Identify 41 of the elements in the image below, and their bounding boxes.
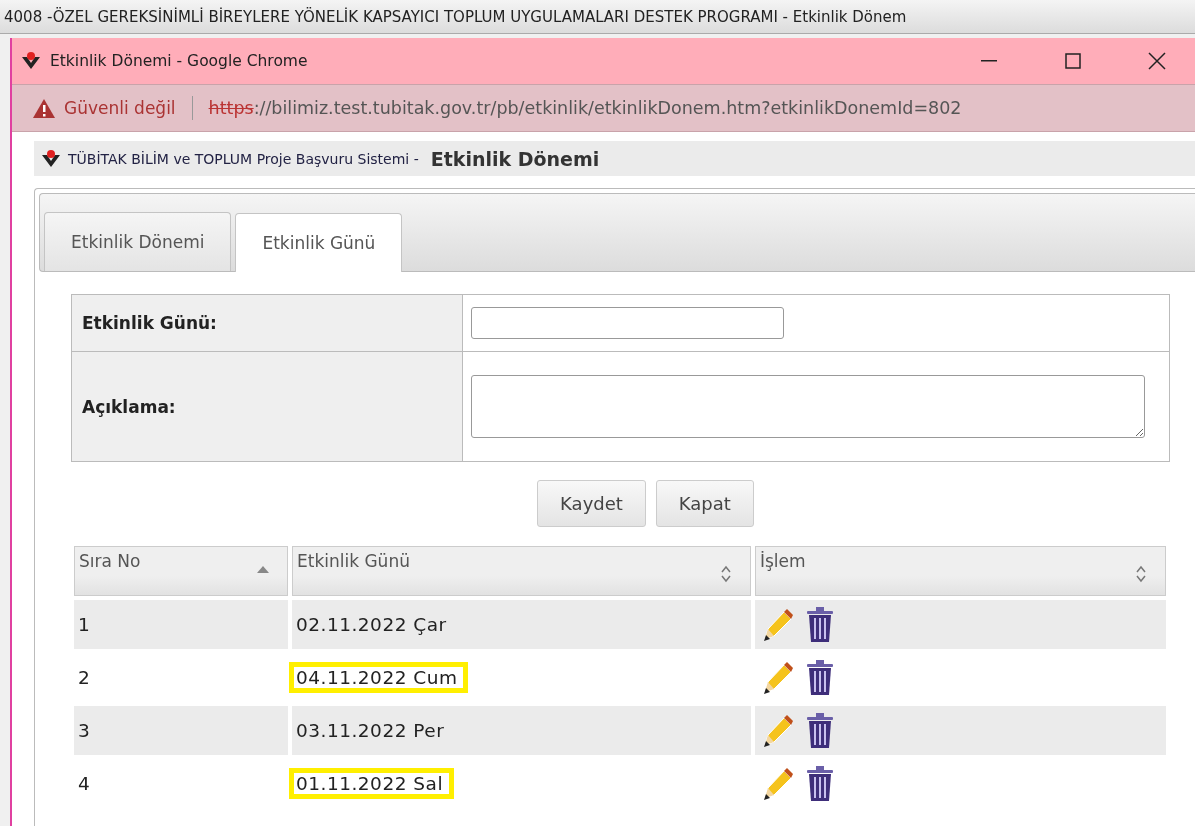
column-header[interactable]: Sıra No — [74, 546, 288, 596]
maximize-icon — [1065, 53, 1081, 69]
action-button[interactable]: Kapat — [655, 480, 754, 527]
trash-icon[interactable] — [805, 658, 835, 697]
trash-icon[interactable] — [805, 764, 835, 803]
logo-icon — [40, 148, 62, 169]
close-icon — [1148, 52, 1166, 70]
column-label: Etkinlik Günü — [297, 551, 410, 573]
input-field[interactable] — [471, 307, 784, 339]
highlighted-date: 01.11.2022 Sal — [289, 768, 455, 799]
trash-icon[interactable] — [805, 711, 835, 750]
row-number: 1 — [77, 613, 92, 637]
text-area[interactable] — [471, 375, 1145, 438]
field-label: Açıklama: — [71, 351, 463, 462]
tab[interactable]: Etkinlik Günü — [235, 213, 403, 272]
sort-icon[interactable] — [720, 565, 732, 583]
minimize-icon — [981, 60, 997, 62]
action-button[interactable]: Kaydet — [537, 480, 646, 527]
window-title: Etkinlik Dönemi - Google Chrome — [50, 52, 309, 70]
system-name: TÜBİTAK BİLİM ve TOPLUM Proje Başvuru Sistemi - — [68, 150, 419, 167]
highlighted-date: 04.11.2022 Cum — [289, 662, 469, 693]
row-number: 4 — [77, 772, 92, 796]
warning-icon — [32, 97, 56, 119]
row-number: 3 — [77, 719, 92, 743]
sort-ascending-icon[interactable] — [257, 565, 269, 573]
field-label: Etkinlik Günü: — [71, 294, 463, 352]
column-header[interactable]: Etkinlik Günü — [292, 546, 751, 596]
column-header[interactable]: İşlem — [755, 546, 1166, 596]
sort-icon[interactable] — [1135, 565, 1147, 583]
date-text: 03.11.2022 Per — [295, 719, 446, 743]
trash-icon[interactable] — [805, 605, 835, 644]
logo-icon — [20, 51, 42, 71]
date-text: 02.11.2022 Çar — [295, 613, 448, 637]
security-label[interactable]: Güvenli değil — [64, 98, 176, 118]
tab[interactable]: Etkinlik Dönemi — [44, 212, 232, 271]
column-label: İşlem — [760, 551, 806, 573]
window-title: 4008 -ÖZEL GEREKSİNİMLİ BİREYLERE YÖNELİK KAPSAYICI TOPLUM UYGULAMALARI DESTEK PROGRAMI - Etkinlik Dönem — [4, 7, 907, 26]
column-label: Sıra No — [79, 551, 141, 573]
url-text[interactable]: https://bilimiz.test.tubitak.gov.tr/pb/etkinlik/etkinlikDonem.htm?etkinlikDonemId=802 — [208, 98, 962, 118]
page-title: Etkinlik Dönemi — [430, 147, 600, 170]
row-number: 2 — [77, 666, 92, 690]
